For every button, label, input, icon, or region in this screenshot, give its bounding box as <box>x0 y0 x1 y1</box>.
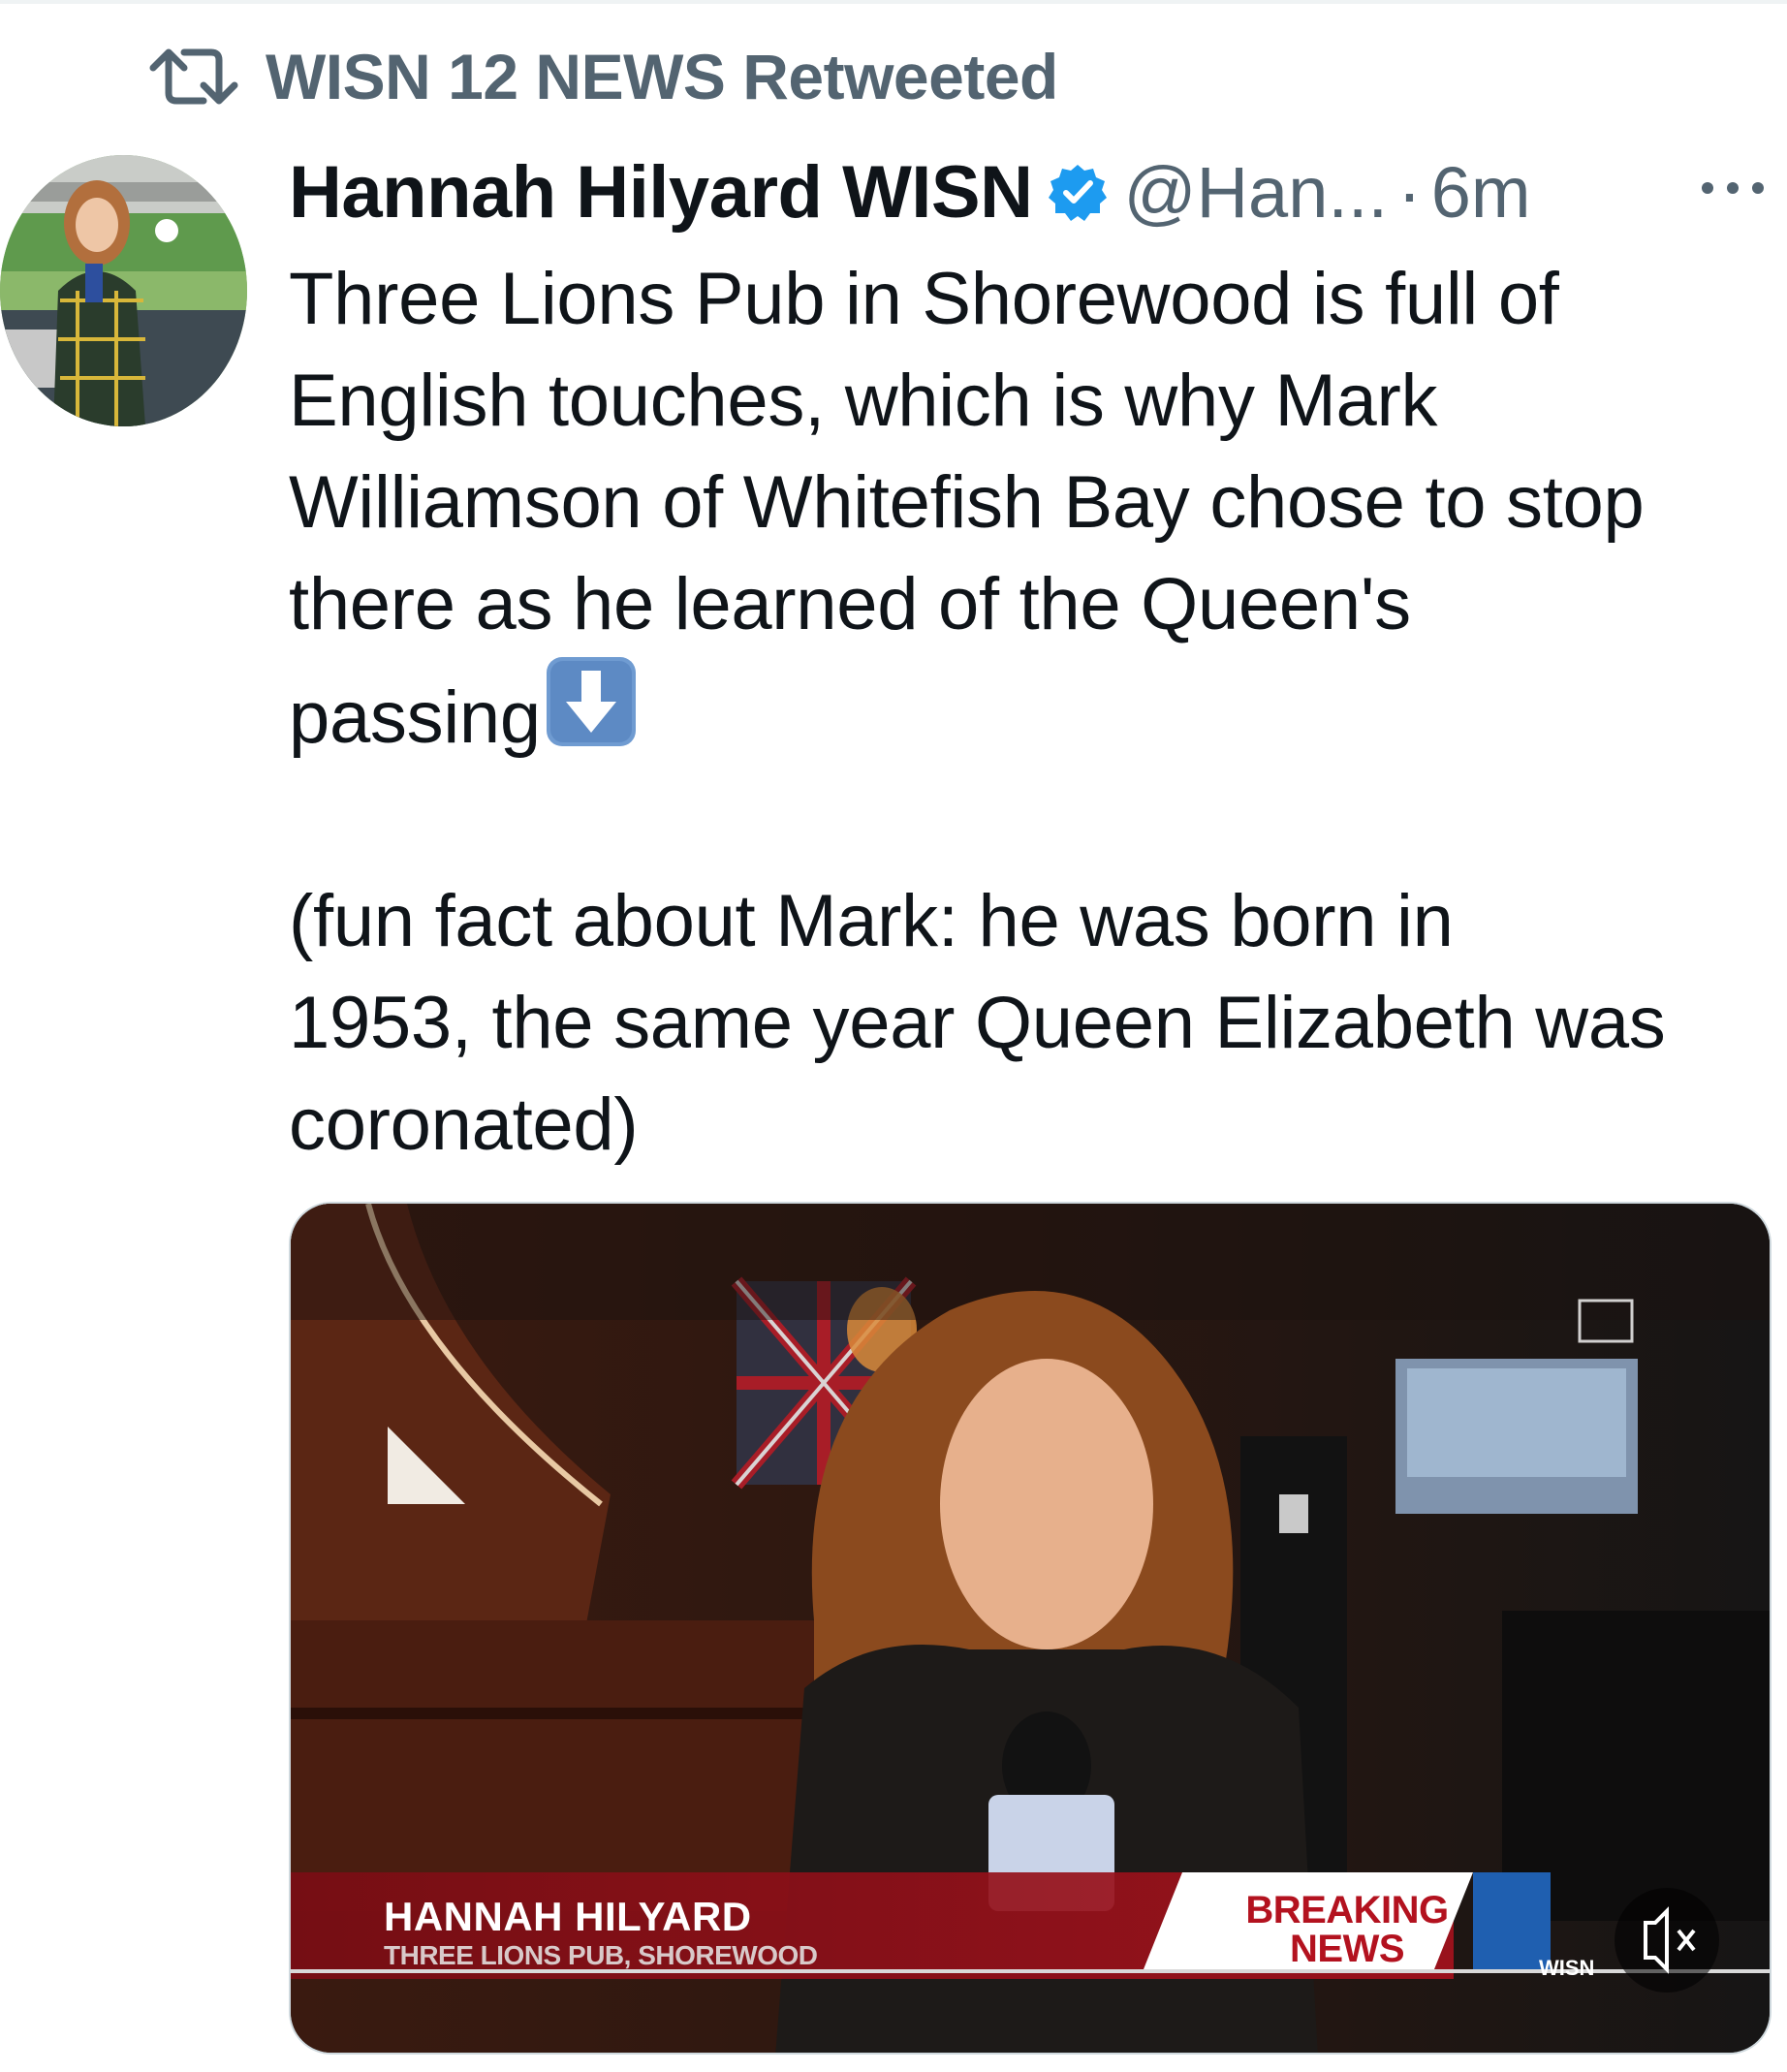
tweet-timestamp[interactable]: 6m <box>1431 151 1531 234</box>
station-logo: WISN <box>1539 1956 1595 1980</box>
retweet-label: WISN 12 NEWS Retweeted <box>266 41 1058 112</box>
top-divider <box>0 0 1787 4</box>
retweet-context[interactable]: WISN 12 NEWS Retweeted <box>145 41 1058 112</box>
breaking-line2: NEWS <box>1290 1928 1405 1970</box>
down-arrow-emoji-icon <box>546 657 636 746</box>
tweet-text-part2: (fun fact about Mark: he was born in 195… <box>289 880 1666 1166</box>
tweet-body: Three Lions Pub in Shorewood is full of … <box>289 248 1771 1176</box>
header-separator: · <box>1397 151 1422 233</box>
video-player[interactable]: HANNAH HILYARD THREE LIONS PUB, SHOREWOO… <box>289 1202 1771 2055</box>
lower-third-name: HANNAH HILYARD <box>384 1894 752 1939</box>
lower-third-location: THREE LIONS PUB, SHOREWOOD <box>384 1940 818 1970</box>
author-display-name[interactable]: Hannah Hilyard WISN <box>289 150 1033 235</box>
breaking-line1: BREAKING <box>1245 1889 1449 1931</box>
tweet-text-part1: Three Lions Pub in Shorewood is full of … <box>289 258 1645 759</box>
breaking-news-badge: BREAKING NEWS <box>1231 1891 1463 1968</box>
more-dots-icon[interactable] <box>1694 169 1771 207</box>
retweet-icon <box>145 43 242 110</box>
tweet-header: Hannah Hilyard WISN @Han... · 6m <box>289 147 1771 236</box>
author-avatar[interactable] <box>0 155 247 426</box>
author-handle[interactable]: @Han... <box>1124 151 1389 234</box>
verified-badge-icon <box>1048 165 1107 221</box>
